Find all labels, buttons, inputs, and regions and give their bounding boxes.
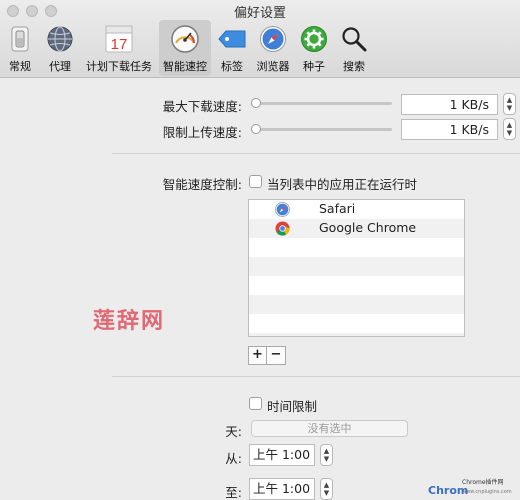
calendar-day-text: 17 xyxy=(111,36,128,53)
app-list-controls: + − xyxy=(248,346,286,365)
preferences-window: 偏好设置 常规 代理 17 计划下载任务 智能速控 标签 浏览器 种子 搜索 最… xyxy=(0,0,520,500)
app-list[interactable]: Safari Google Chrome xyxy=(248,199,465,337)
chevron-down-icon: ▼ xyxy=(506,104,513,112)
days-label: 天: xyxy=(225,424,242,439)
max-download-slider-thumb[interactable] xyxy=(251,98,261,108)
general-switch-icon xyxy=(3,22,37,56)
preference-tabs: 常规 代理 17 计划下载任务 智能速控 标签 浏览器 种子 搜索 xyxy=(0,20,520,76)
chevron-down-icon: ▼ xyxy=(506,129,513,137)
tab-label: 搜索 xyxy=(343,60,365,73)
to-label: 至: xyxy=(225,485,242,500)
time-limit-checkbox-label: 时间限制 xyxy=(267,399,318,414)
tab-browser[interactable]: 浏览器 xyxy=(253,20,293,76)
from-time-field[interactable]: 上午 1:00 xyxy=(249,444,315,466)
tab-label: 代理 xyxy=(49,60,71,73)
days-select[interactable]: 没有选中 xyxy=(251,420,408,437)
chevron-up-icon: ▲ xyxy=(323,447,330,455)
magnifier-icon xyxy=(337,22,371,56)
max-download-field[interactable]: 1 KB/s xyxy=(401,94,498,115)
section-divider xyxy=(112,153,520,154)
tab-tags[interactable]: 标签 xyxy=(215,20,249,76)
chevron-up-icon: ▲ xyxy=(506,121,513,129)
app-running-checkbox-label: 当列表中的应用正在运行时 xyxy=(267,177,418,192)
app-name: Safari xyxy=(319,201,356,216)
globe-icon xyxy=(43,22,77,56)
tab-label: 智能速控 xyxy=(163,60,207,73)
from-label: 从: xyxy=(225,451,242,466)
tab-label: 种子 xyxy=(303,60,325,73)
calendar-icon: 17 xyxy=(102,22,136,56)
chevron-up-icon: ▲ xyxy=(323,481,330,489)
max-upload-stepper[interactable]: ▲ ▼ xyxy=(503,118,516,140)
max-upload-field[interactable]: 1 KB/s xyxy=(401,119,498,140)
tab-smart-speed[interactable]: 智能速控 xyxy=(159,20,211,76)
chrome-icon xyxy=(275,221,290,236)
tab-label: 计划下载任务 xyxy=(86,60,152,73)
tab-search[interactable]: 搜索 xyxy=(336,20,372,76)
add-app-button[interactable]: + xyxy=(248,346,267,365)
tab-proxy[interactable]: 代理 xyxy=(42,20,78,76)
to-time-field[interactable]: 上午 1:00 xyxy=(249,478,315,500)
watermark-url: www.cnplugins.com xyxy=(462,489,512,495)
to-time-stepper[interactable]: ▲ ▼ xyxy=(320,478,333,500)
max-upload-slider[interactable] xyxy=(256,128,392,131)
tab-general[interactable]: 常规 xyxy=(2,20,38,76)
chevron-down-icon: ▼ xyxy=(323,489,330,497)
tab-label: 浏览器 xyxy=(256,60,290,73)
time-limit-checkbox[interactable] xyxy=(249,397,262,410)
speedometer-icon xyxy=(168,22,202,56)
chevron-down-icon: ▼ xyxy=(323,455,330,463)
tab-scheduled-downloads[interactable]: 17 计划下载任务 xyxy=(82,20,156,76)
from-time-stepper[interactable]: ▲ ▼ xyxy=(320,444,333,466)
tab-label: 标签 xyxy=(221,60,243,73)
list-item[interactable]: Safari xyxy=(249,200,464,219)
max-download-label: 最大下载速度: xyxy=(162,99,242,114)
smart-speed-pane: 最大下载速度: 1 KB/s ▲ ▼ 限制上传速度: 1 KB/s ▲ ▼ 智能速度… xyxy=(0,79,520,500)
max-upload-label: 限制上传速度: xyxy=(162,125,242,140)
app-running-checkbox[interactable] xyxy=(249,175,262,188)
list-item[interactable]: Google Chrome xyxy=(249,219,464,238)
smart-control-label: 智能速度控制: xyxy=(162,177,242,192)
window-title: 偏好设置 xyxy=(233,6,286,21)
remove-app-button[interactable]: − xyxy=(267,346,286,365)
watermark-logo: 莲辞网 xyxy=(93,309,166,334)
tag-icon xyxy=(215,22,249,56)
safari-icon xyxy=(275,202,290,217)
section-divider xyxy=(112,376,520,377)
tab-label: 常规 xyxy=(9,60,31,73)
max-download-slider[interactable] xyxy=(256,102,392,105)
tab-torrent[interactable]: 种子 xyxy=(297,20,331,76)
toolbar: 偏好设置 常规 代理 17 计划下载任务 智能速控 标签 浏览器 种子 搜索 xyxy=(0,0,520,78)
max-upload-slider-thumb[interactable] xyxy=(251,124,261,134)
max-download-stepper[interactable]: ▲ ▼ xyxy=(503,93,516,115)
chevron-up-icon: ▲ xyxy=(506,96,513,104)
compass-icon xyxy=(256,22,290,56)
gear-icon xyxy=(297,22,331,56)
app-name: Google Chrome xyxy=(319,220,417,235)
